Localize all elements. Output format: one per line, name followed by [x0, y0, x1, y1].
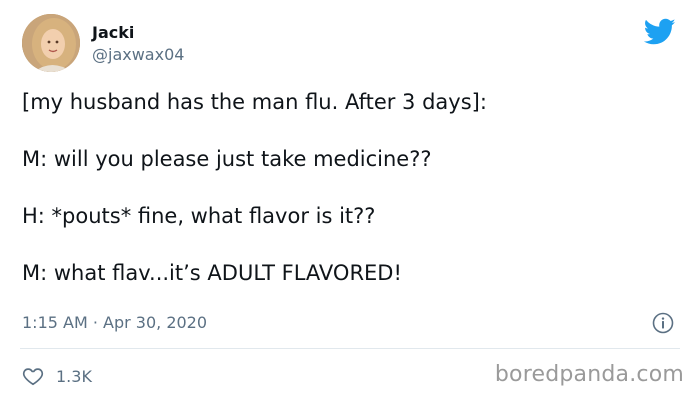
like-button[interactable]: 1.3K — [22, 365, 92, 387]
like-count: 1.3K — [56, 366, 92, 386]
tweet-timestamp[interactable]: 1:15 AM · Apr 30, 2020 — [22, 313, 207, 332]
heart-icon — [22, 368, 44, 386]
author-name[interactable]: Jacki — [92, 23, 134, 42]
divider — [20, 348, 680, 349]
tweet-line: H: *pouts* fine, what flavor is it?? — [22, 204, 376, 228]
twitter-bird-icon[interactable] — [644, 18, 676, 46]
tweet-line: M: what flav...it’s ADULT FLAVORED! — [22, 261, 402, 285]
tweet-text: [my husband has the man flu. After 3 day… — [22, 88, 682, 316]
avatar[interactable] — [22, 14, 80, 72]
tweet-line: M: will you please just take medicine?? — [22, 147, 432, 171]
watermark: boredpanda.com — [494, 362, 684, 387]
tweet-line: [my husband has the man flu. After 3 day… — [22, 90, 487, 114]
author-handle[interactable]: @jaxwax04 — [92, 45, 184, 64]
info-icon[interactable] — [652, 312, 674, 334]
